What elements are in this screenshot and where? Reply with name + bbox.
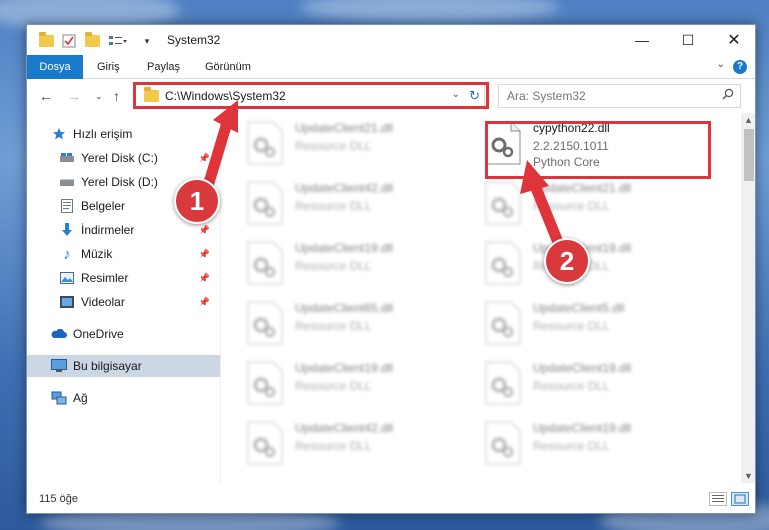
step-badge-2: 2 — [544, 238, 590, 284]
annotation-arrows — [199, 100, 572, 268]
step-badge-1: 1 — [174, 178, 220, 224]
